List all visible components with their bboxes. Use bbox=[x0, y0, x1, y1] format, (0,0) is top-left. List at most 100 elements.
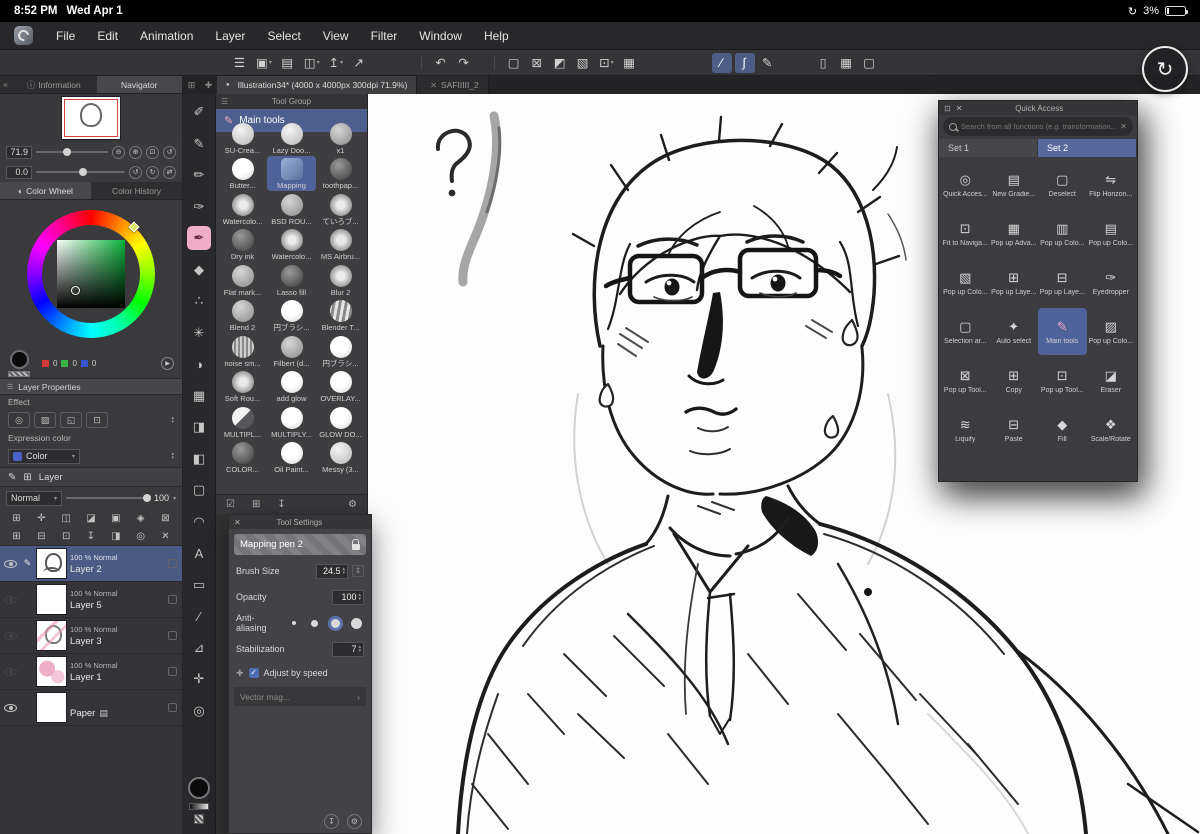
open-file[interactable]: ▤ bbox=[278, 53, 298, 73]
redo[interactable]: ↷ bbox=[454, 53, 474, 73]
tool-grid-item[interactable]: MS Airbru... bbox=[316, 227, 365, 263]
rotation-slider[interactable] bbox=[36, 167, 125, 176]
expression-color-dropdown[interactable]: Color ▾ bbox=[8, 448, 80, 464]
anti-aliasing-none[interactable] bbox=[286, 616, 301, 631]
tone-effect-icon[interactable]: ▨ bbox=[34, 412, 56, 428]
layer-stack-icon[interactable]: ⊞ bbox=[23, 472, 31, 483]
menu-item[interactable]: View bbox=[312, 22, 360, 49]
zoom-in-icon[interactable]: ⊕ bbox=[129, 145, 142, 159]
popup-color-2[interactable]: ▤ Pop up Colo... bbox=[1087, 210, 1136, 257]
layer-select-checkbox[interactable] bbox=[168, 667, 177, 676]
eyedropper-tool[interactable]: ◎ bbox=[187, 699, 211, 723]
multi-select-icon[interactable]: ☑ bbox=[226, 499, 235, 510]
document-tab[interactable]: ● Illustration34* (4000 x 4000px 300dpi … bbox=[217, 76, 418, 94]
layer-visibility-toggle[interactable] bbox=[3, 667, 18, 676]
expand-selection[interactable]: ▧ bbox=[573, 53, 593, 73]
search-input[interactable] bbox=[961, 122, 1117, 131]
register-settings-icon[interactable]: ↧ bbox=[324, 813, 339, 829]
text-tool[interactable]: A bbox=[187, 541, 211, 565]
tool-grid-item[interactable]: Flat mark... bbox=[218, 262, 267, 298]
tool-menu-icon[interactable]: ⚙ bbox=[348, 499, 357, 510]
tool-grid-item[interactable]: Butter... bbox=[218, 156, 267, 192]
layer-grid-icon[interactable]: ⊞ bbox=[9, 513, 24, 524]
tool-grid-item[interactable]: Lazy Doo... bbox=[267, 120, 316, 156]
close-icon[interactable]: ✕ bbox=[956, 104, 963, 113]
popup-layer-2[interactable]: ⊟ Pop up Laye... bbox=[1038, 259, 1087, 306]
tool-grid-item[interactable]: 円ブラシ... bbox=[267, 298, 316, 334]
opacity-stepper[interactable]: ▴ ▾ bbox=[358, 592, 361, 602]
layer-select-checkbox[interactable] bbox=[168, 595, 177, 604]
anti-aliasing-weak[interactable] bbox=[307, 616, 322, 631]
effect-spinner[interactable]: ▴ ▾ bbox=[171, 415, 174, 425]
rotation-value[interactable]: 0.0 bbox=[6, 165, 32, 179]
tool-grid-item[interactable]: toothpap... bbox=[316, 156, 365, 192]
rotate-right-icon[interactable]: ↻ bbox=[146, 165, 159, 179]
companion-device[interactable]: ▯ bbox=[814, 53, 834, 73]
invert-selection[interactable]: ◩ bbox=[550, 53, 570, 73]
transform[interactable]: ⊡ ▾ bbox=[596, 53, 617, 73]
expand-icon[interactable]: ✚ bbox=[236, 668, 244, 679]
tool-grid-item[interactable]: x1 bbox=[316, 120, 365, 156]
layer-thumbnail[interactable] bbox=[37, 549, 66, 578]
anti-aliasing-medium-selected[interactable] bbox=[328, 615, 343, 631]
new-gradient[interactable]: ▤ New Gradie... bbox=[990, 161, 1039, 208]
deselect[interactable]: ▢ Deselect bbox=[1038, 161, 1087, 208]
zoom-slider[interactable] bbox=[36, 147, 108, 156]
extract-line-effect-icon[interactable]: ⊡ bbox=[86, 412, 108, 428]
workspace-layout[interactable]: ▦ bbox=[837, 53, 857, 73]
soft-eraser-tool[interactable]: ◧ bbox=[187, 447, 211, 471]
stabilization-input[interactable]: 7 ▴ ▾ bbox=[332, 641, 364, 657]
menu-item[interactable]: Window bbox=[408, 22, 473, 49]
undo[interactable]: ↶ bbox=[431, 53, 451, 73]
transparent-color-swatch[interactable] bbox=[8, 370, 30, 377]
close-tab-icon[interactable]: ✕ bbox=[430, 81, 437, 90]
color-set-toggle-icon[interactable]: ▶ bbox=[161, 356, 174, 370]
copy[interactable]: ⊞ Copy bbox=[990, 357, 1039, 404]
menu-item[interactable]: Animation bbox=[129, 22, 204, 49]
tab-color-history[interactable]: Color History bbox=[91, 182, 182, 199]
zoom-out-icon[interactable]: ⊖ bbox=[112, 145, 125, 159]
line-tool[interactable]: ∕ bbox=[187, 604, 211, 628]
popup-layer-1[interactable]: ⊞ Pop up Laye... bbox=[990, 259, 1039, 306]
current-tool-plate[interactable]: Mapping pen 2 bbox=[234, 534, 366, 555]
tab-color-wheel[interactable]: ◐ Color Wheel bbox=[0, 182, 91, 199]
layer-select-checkbox[interactable] bbox=[168, 631, 177, 640]
layer-row[interactable]: ✎ 100 % Normal Layer 2 bbox=[0, 546, 182, 582]
draft-layer-icon[interactable]: ⊠ bbox=[158, 513, 173, 524]
mesh-transform[interactable]: ▦ bbox=[620, 53, 640, 73]
auto-select[interactable]: ✦ Auto select bbox=[990, 308, 1039, 355]
tool-grid-item[interactable]: BSD ROU... bbox=[267, 191, 316, 227]
tool-grid-item[interactable]: Oil Paint... bbox=[267, 440, 316, 476]
eraser-tool[interactable]: ◨ bbox=[187, 415, 211, 439]
layer-color-effect-icon[interactable]: ◱ bbox=[60, 412, 82, 428]
hand-tool[interactable]: ✛ bbox=[187, 667, 211, 691]
tool-grid-item[interactable]: noise sm... bbox=[218, 333, 267, 369]
anti-aliasing-strong[interactable] bbox=[349, 616, 364, 631]
pen-tool[interactable]: ✐ bbox=[187, 100, 211, 124]
import-tool-icon[interactable]: ↧ bbox=[277, 499, 285, 510]
popup-advanced[interactable]: ▦ Pop up Adva... bbox=[990, 210, 1039, 257]
layer-mask-icon[interactable]: ◨ bbox=[108, 531, 123, 542]
save[interactable]: ◫ ▾ bbox=[301, 53, 323, 73]
vector-magnet-row[interactable]: Vector mag... › bbox=[234, 687, 366, 706]
airbrush-tool[interactable]: ∴ bbox=[187, 289, 211, 313]
hue-marker[interactable] bbox=[128, 221, 140, 233]
tab-information[interactable]: ⓘ Information bbox=[11, 76, 97, 93]
main-color-circle[interactable] bbox=[188, 777, 210, 799]
brush-size-stepper[interactable]: ▴ ▾ bbox=[342, 566, 345, 576]
layer-select-checkbox[interactable] bbox=[168, 703, 177, 712]
fill[interactable]: ◆ Fill bbox=[1038, 406, 1087, 453]
detail-settings-icon[interactable]: ⚙ bbox=[347, 813, 362, 829]
popup-color-3[interactable]: ▧ Pop up Colo... bbox=[941, 259, 990, 306]
tool-grid-item[interactable]: Messy (3... bbox=[316, 440, 365, 476]
lock-transparency-icon[interactable]: ◪ bbox=[83, 513, 98, 524]
export[interactable]: ↥ ▾ bbox=[326, 53, 347, 73]
menu-item[interactable]: Edit bbox=[86, 22, 129, 49]
main-color-swatch[interactable] bbox=[9, 349, 29, 369]
more-options[interactable]: ▢ bbox=[860, 53, 880, 73]
opacity-caret-icon[interactable]: ▾ bbox=[173, 495, 176, 502]
tool-grid-item[interactable]: 円ブラシ... bbox=[316, 333, 365, 369]
rotate-canvas-button[interactable]: ↻ bbox=[1142, 46, 1188, 92]
set-tab[interactable]: Set 2 bbox=[1038, 139, 1137, 157]
frame-border-tool[interactable]: ▦ bbox=[187, 384, 211, 408]
